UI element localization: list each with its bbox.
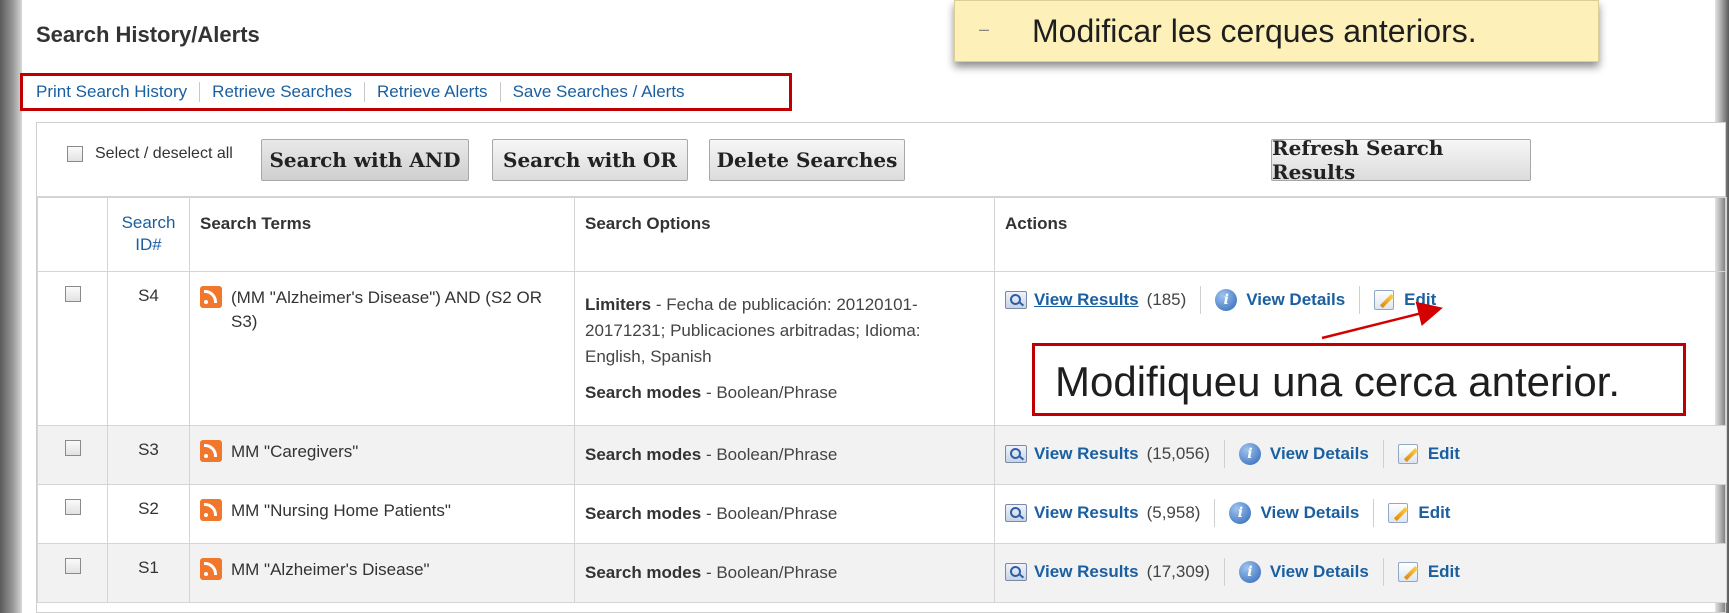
annotation-arrow (1321, 301, 1443, 340)
arrow-line (1321, 301, 1443, 340)
